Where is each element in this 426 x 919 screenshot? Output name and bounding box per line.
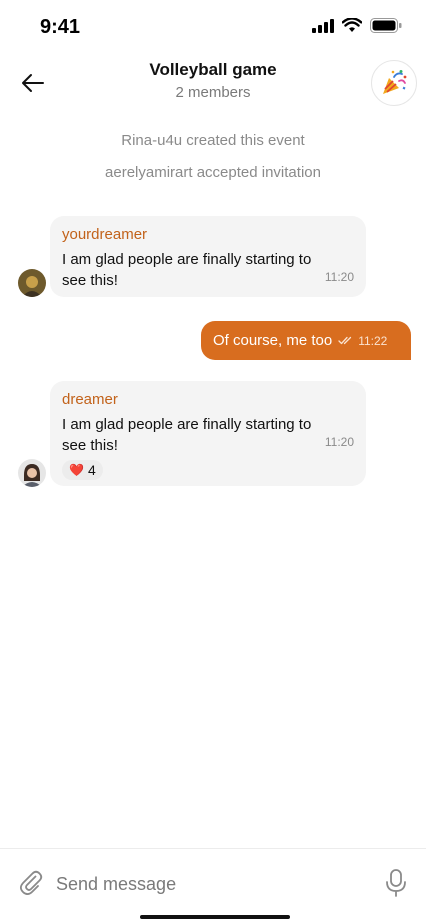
message-text: I am glad people are finally starting to…: [62, 416, 312, 454]
double-check-icon: [338, 336, 352, 345]
message-input[interactable]: [54, 869, 358, 899]
microphone-icon[interactable]: [384, 869, 408, 897]
message-time: 11:20: [324, 435, 354, 449]
message-meta: 11:22: [338, 334, 387, 348]
status-bar: 9:41: [0, 0, 426, 56]
paperclip-icon[interactable]: [18, 869, 44, 895]
incoming-message[interactable]: yourdreamer I am glad people are finally…: [50, 216, 366, 297]
wifi-icon: [342, 18, 362, 32]
signal-icon: [312, 18, 334, 33]
message-time: 11:22: [358, 333, 388, 348]
incoming-message[interactable]: dreamer I am glad people are finally sta…: [50, 381, 366, 486]
status-time: 9:41: [40, 16, 81, 38]
chat-header: Volleyball game 2 members: [0, 56, 426, 112]
sender-name: yourdreamer: [62, 226, 148, 243]
event-avatar[interactable]: [371, 60, 417, 106]
composer-bar: [0, 848, 426, 919]
message-text: Of course, me too: [213, 332, 333, 349]
status-icons: [312, 18, 402, 33]
system-message: aerelyamirart accepted invitation: [105, 164, 321, 181]
system-message: Rina-u4u created this event: [121, 132, 305, 149]
battery-icon: [370, 18, 402, 33]
member-count: 2 members: [175, 84, 251, 101]
message-time: 11:20: [324, 270, 354, 284]
avatar[interactable]: [18, 269, 46, 297]
party-popper-icon: [383, 70, 407, 94]
outgoing-message[interactable]: Of course, me too 11:22: [201, 321, 411, 360]
sender-name: dreamer: [62, 391, 118, 408]
heart-reaction-icon: ❤️: [69, 463, 84, 477]
reaction-badge[interactable]: ❤️ 4: [62, 460, 103, 480]
home-indicator: [140, 915, 290, 919]
reaction-count: 4: [87, 462, 96, 478]
avatar[interactable]: [18, 459, 46, 487]
message-text: I am glad people are finally starting to…: [62, 251, 312, 289]
chat-title: Volleyball game: [149, 60, 277, 79]
